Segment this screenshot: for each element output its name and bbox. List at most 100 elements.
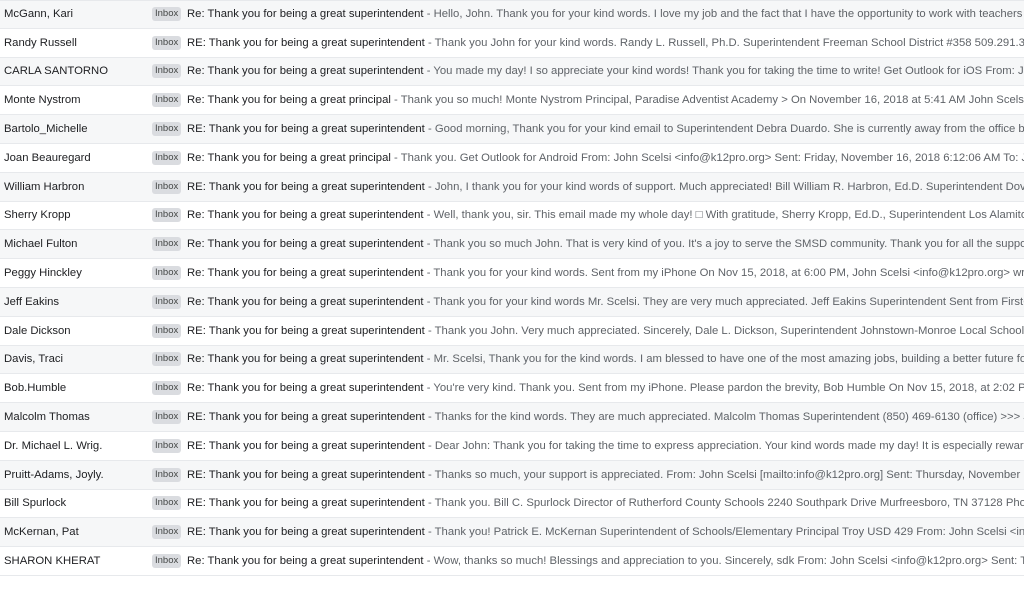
email-row[interactable]: Dale Dickson Inbox RE: Thank you for being… bbox=[0, 316, 1024, 346]
email-subject: Re: Thank you for being a great superint… bbox=[187, 8, 424, 21]
sender-name: Monte Nystrom bbox=[4, 94, 81, 107]
email-content: RE: Thank you for being a great superint… bbox=[187, 37, 1024, 49]
sender-name: Pruitt-Adams, Joyly. bbox=[4, 468, 104, 481]
email-row[interactable]: McGann, Kari Inbox Re: Thank you for being… bbox=[0, 0, 1024, 29]
inbox-label-badge: Inbox bbox=[152, 7, 182, 22]
inbox-label-badge: Inbox bbox=[152, 237, 182, 252]
sender-name: Randy Russell bbox=[4, 36, 77, 49]
inbox-label-badge: Inbox bbox=[152, 122, 182, 137]
email-snippet: - John, I thank you for your kind words … bbox=[424, 180, 1024, 193]
email-subject: Re: Thank you for being a great superint… bbox=[187, 238, 424, 251]
email-content: RE: Thank you for being a great superint… bbox=[187, 411, 1024, 423]
email-snippet: - Dear John: Thank you for taking the ti… bbox=[424, 439, 1024, 452]
email-snippet: - Thank you for your kind words. Sent fr… bbox=[423, 267, 1024, 280]
email-content: RE: Thank you for being a great superint… bbox=[187, 181, 1024, 193]
email-content: Re: Thank you for being a great superint… bbox=[187, 209, 1024, 221]
sender-name: CARLA SANTORNO bbox=[4, 65, 108, 78]
email-row[interactable]: Davis, Traci Inbox Re: Thank you for being… bbox=[0, 345, 1024, 375]
inbox-label-badge: Inbox bbox=[152, 150, 182, 165]
email-snippet: - Thanks so much, your support is apprec… bbox=[424, 468, 1024, 481]
inbox-label-badge: Inbox bbox=[152, 93, 182, 108]
sender-name: Michael Fulton bbox=[4, 238, 78, 251]
inbox-label-badge: Inbox bbox=[152, 266, 182, 281]
email-row[interactable]: Joan Beauregard Inbox Re: Thank you for be… bbox=[0, 143, 1024, 173]
email-row[interactable]: Malcolm Thomas Inbox RE: Thank you for bei… bbox=[0, 403, 1024, 432]
email-snippet: - Thank you John. Very much appreciated.… bbox=[424, 324, 1024, 337]
email-row[interactable]: Dr. Michael L. Wrig. Inbox RE: Thank you f… bbox=[0, 431, 1024, 461]
inbox-label-badge: Inbox bbox=[152, 179, 182, 194]
email-subject: RE: Thank you for being a great superint… bbox=[187, 36, 425, 49]
email-row[interactable]: Michael Fulton Inbox Re: Thank you for bei… bbox=[0, 230, 1024, 260]
email-subject: RE: Thank you for being a great superint… bbox=[187, 411, 425, 424]
email-content: Re: Thank you for being a great superint… bbox=[187, 65, 1024, 77]
sender-name: Peggy Hinckley bbox=[4, 267, 82, 280]
inbox-label-badge: Inbox bbox=[152, 525, 182, 540]
email-content: Re: Thank you for being a great superint… bbox=[187, 382, 1024, 394]
sender-name: Malcolm Thomas bbox=[4, 411, 90, 424]
email-snippet: - Well, thank you, sir. This email made … bbox=[423, 209, 1024, 222]
email-snippet: - Thank you so much! Monte Nystrom Princ… bbox=[390, 94, 1024, 107]
sender-name: Jeff Eakins bbox=[4, 295, 60, 308]
sender-name: McKernan, Pat bbox=[4, 526, 79, 539]
email-row[interactable]: William Harbron Inbox RE: Thank you for be… bbox=[0, 172, 1024, 202]
email-row[interactable]: Randy Russell Inbox RE: Thank you for bein… bbox=[0, 28, 1024, 58]
email-row[interactable]: Bartolo_Michelle Inbox RE: Thank you for b… bbox=[0, 115, 1024, 144]
sender-name: SHARON KHERAT bbox=[4, 555, 101, 568]
email-subject: Re: Thank you for being a great superint… bbox=[187, 267, 424, 280]
email-content: RE: Thank you for being a great superint… bbox=[187, 325, 1024, 337]
email-row[interactable]: Peggy Hinckley Inbox Re: Thank you for bei… bbox=[0, 259, 1024, 288]
email-row[interactable]: SHARON KHERAT Inbox Re: Thank you for bein… bbox=[0, 547, 1024, 576]
email-content: RE: Thank you for being a great superint… bbox=[187, 440, 1024, 452]
email-subject: RE: Thank you for being a great superint… bbox=[187, 497, 425, 510]
email-row[interactable]: McKernan, Pat Inbox RE: Thank you for bein… bbox=[0, 518, 1024, 548]
sender-name: McGann, Kari bbox=[4, 8, 74, 21]
email-snippet: - Hello, John. Thank you for your kind w… bbox=[423, 8, 1024, 21]
email-row[interactable]: Bob.Humble Inbox Re: Thank you for being a… bbox=[0, 374, 1024, 404]
email-row[interactable]: Pruitt-Adams, Joyly. Inbox RE: Thank you f… bbox=[0, 460, 1024, 490]
email-content: RE: Thank you for being a great superint… bbox=[187, 526, 1024, 538]
email-subject: RE: Thank you for being a great superint… bbox=[187, 324, 425, 337]
email-snippet: - Thank you so much John. That is very k… bbox=[423, 238, 1024, 251]
sender-name: Sherry Kropp bbox=[4, 209, 71, 222]
sender-name: Joan Beauregard bbox=[4, 151, 91, 164]
inbox-label-badge: Inbox bbox=[152, 35, 182, 50]
email-content: Re: Thank you for being a great superint… bbox=[187, 353, 1024, 365]
inbox-label-badge: Inbox bbox=[152, 294, 182, 309]
inbox-label-badge: Inbox bbox=[152, 554, 182, 569]
email-subject: Re: Thank you for being a great superint… bbox=[187, 209, 424, 222]
sender-name: Bartolo_Michelle bbox=[4, 123, 88, 136]
email-subject: Re: Thank you for being a great superint… bbox=[187, 295, 424, 308]
email-snippet: - Thanks for the kind words. They are mu… bbox=[424, 411, 1024, 424]
sender-name: William Harbron bbox=[4, 180, 85, 193]
inbox-label-badge: Inbox bbox=[152, 64, 182, 79]
email-snippet: - Thank you John for your kind words. Ra… bbox=[424, 36, 1024, 49]
inbox-label-badge: Inbox bbox=[152, 496, 182, 511]
email-row[interactable]: Bill Spurlock Inbox RE: Thank you for bein… bbox=[0, 489, 1024, 519]
inbox-label-badge: Inbox bbox=[152, 381, 182, 396]
email-row[interactable]: CARLA SANTORNO Inbox Re: Thank you for bei… bbox=[0, 57, 1024, 87]
email-content: RE: Thank you for being a great superint… bbox=[187, 469, 1024, 481]
sender-name: Dale Dickson bbox=[4, 324, 71, 337]
email-subject: Re: Thank you for being a great superint… bbox=[187, 382, 424, 395]
email-content: Re: Thank you for being a great superint… bbox=[187, 267, 1024, 279]
email-subject: RE: Thank you for being a great superint… bbox=[187, 180, 425, 193]
email-snippet: - Good morning, Thank you for your kind … bbox=[424, 123, 1024, 136]
email-row[interactable]: Jeff Eakins Inbox Re: Thank you for being … bbox=[0, 287, 1024, 317]
sender-name: Bill Spurlock bbox=[4, 497, 67, 510]
email-snippet: - You made my day! I so appreciate your … bbox=[423, 65, 1024, 78]
email-content: Re: Thank you for being a great principa… bbox=[187, 94, 1024, 106]
email-subject: Re: Thank you for being a great principa… bbox=[187, 151, 391, 164]
email-list: McGann, Kari Inbox Re: Thank you for being… bbox=[0, 0, 1024, 576]
email-content: Re: Thank you for being a great superint… bbox=[187, 555, 1024, 567]
email-subject: Re: Thank you for being a great principa… bbox=[187, 94, 391, 107]
email-subject: Re: Thank you for being a great superint… bbox=[187, 555, 424, 568]
email-row[interactable]: Monte Nystrom Inbox Re: Thank you for bein… bbox=[0, 86, 1024, 116]
email-snippet: - Wow, thanks so much! Blessings and app… bbox=[423, 555, 1024, 568]
inbox-label-badge: Inbox bbox=[152, 410, 182, 425]
email-row[interactable]: Sherry Kropp Inbox Re: Thank you for being… bbox=[0, 201, 1024, 231]
email-snippet: - Thank you. Get Outlook for Android Fro… bbox=[390, 151, 1024, 164]
email-snippet: - Thank you for your kind words Mr. Scel… bbox=[423, 295, 1024, 308]
email-content: Re: Thank you for being a great superint… bbox=[187, 296, 1024, 308]
inbox-label-badge: Inbox bbox=[152, 208, 182, 223]
email-subject: RE: Thank you for being a great superint… bbox=[187, 526, 425, 539]
